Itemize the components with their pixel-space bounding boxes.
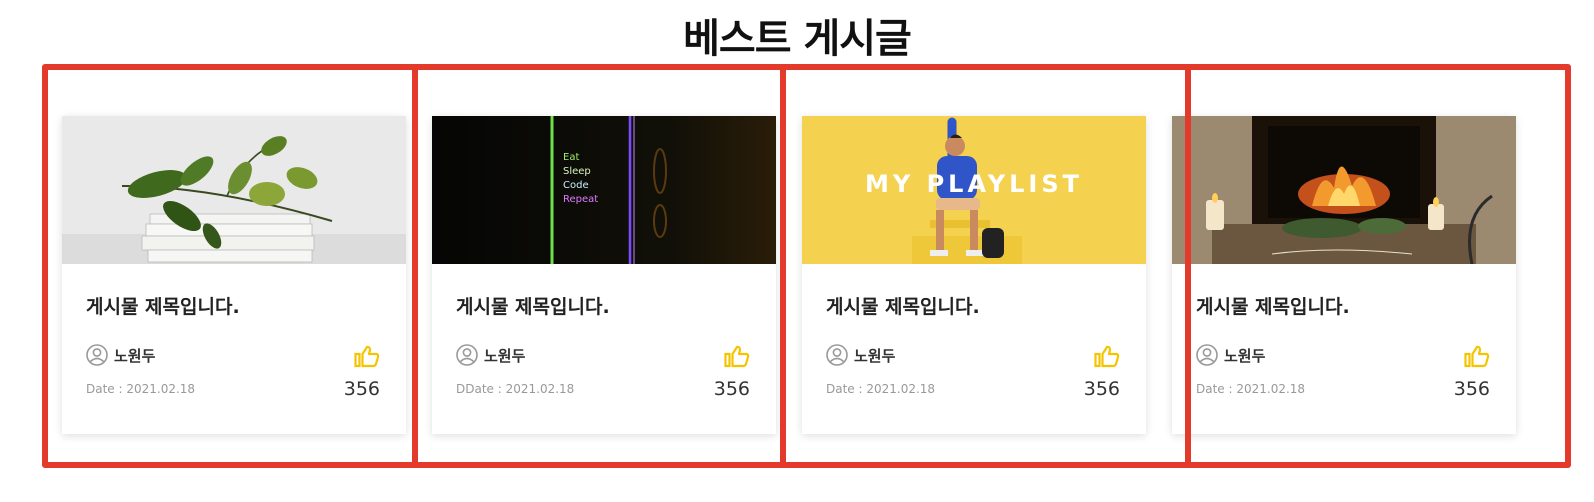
highlight-frame <box>412 64 786 468</box>
highlight-frame <box>780 64 1191 468</box>
highlight-frame <box>1185 64 1571 468</box>
section-title: 베스트 게시글 <box>683 16 912 62</box>
best-posts-section: 베스트 게시글 게시물 제목입니다. 노원두 Date: 2021.02.18… <box>0 0 1594 502</box>
highlight-frame <box>42 64 418 468</box>
